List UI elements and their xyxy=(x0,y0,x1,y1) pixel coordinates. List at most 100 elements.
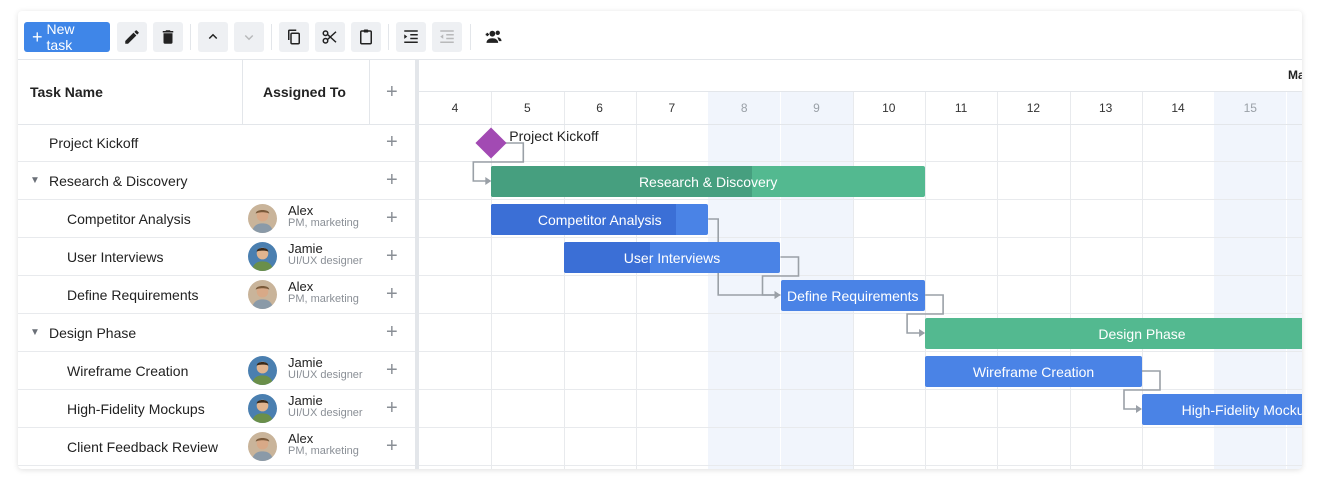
move-up-button[interactable] xyxy=(198,22,228,52)
outdent-icon xyxy=(440,30,454,43)
avatar xyxy=(248,356,277,385)
day-label: 11 xyxy=(954,101,968,115)
column-divider[interactable] xyxy=(369,59,370,124)
chevron-down-icon xyxy=(244,34,254,41)
new-task-button[interactable]: + New task xyxy=(24,21,110,53)
indent-icon xyxy=(404,30,418,43)
grid-row[interactable]: ▼ Research & Discovery + xyxy=(18,162,416,200)
assign-people-button[interactable] xyxy=(478,22,510,52)
row-gridline xyxy=(419,237,1302,238)
column-divider[interactable] xyxy=(242,59,243,124)
task-bar[interactable]: High-Fidelity Mockups xyxy=(1142,394,1302,425)
edit-button[interactable] xyxy=(117,22,147,52)
grid-row[interactable]: Wireframe Creation Jamie UI/UX designer + xyxy=(18,352,416,390)
column-header-assigned-to[interactable]: Assigned To xyxy=(263,59,346,124)
grid-row[interactable]: Project Kickoff + xyxy=(18,124,416,162)
grid-row[interactable]: Define Requirements Alex PM, marketing + xyxy=(18,276,416,314)
day-label: 6 xyxy=(596,101,603,115)
grid-row[interactable]: Competitor Analysis Alex PM, marketing + xyxy=(18,200,416,238)
task-bar[interactable]: Wireframe Creation xyxy=(925,356,1142,387)
cut-button[interactable] xyxy=(315,22,345,52)
assignee-role: PM, marketing xyxy=(288,217,359,229)
grid-row[interactable]: Client Feedback Review Alex PM, marketing + xyxy=(18,428,416,466)
assignee-role: UI/UX designer xyxy=(288,369,363,381)
day-label: 12 xyxy=(1026,101,1041,115)
day-label: 10 xyxy=(882,101,896,115)
avatar xyxy=(248,204,277,233)
delete-button[interactable] xyxy=(153,22,183,52)
summary-bar[interactable]: Design Phase xyxy=(925,318,1302,349)
grid-row[interactable]: User Interviews Jamie UI/UX designer + xyxy=(18,238,416,276)
month-label: Ma xyxy=(1288,68,1302,82)
task-bar[interactable]: User Interviews xyxy=(563,242,781,273)
avatar xyxy=(248,432,277,461)
bar-label: Research & Discovery xyxy=(638,173,778,190)
toolbar: + New task xyxy=(18,11,1302,60)
move-down-button[interactable] xyxy=(234,22,264,52)
task-name: User Interviews xyxy=(67,248,164,265)
add-subtask-button[interactable]: + xyxy=(386,398,398,418)
task-bar[interactable]: Define Requirements xyxy=(780,280,926,311)
avatar xyxy=(248,394,277,423)
grid-row[interactable]: ▼ Design Phase + xyxy=(18,314,416,352)
clipboard-icon xyxy=(360,29,372,45)
bar-label: Design Phase xyxy=(1098,325,1186,342)
grid-row[interactable]: High-Fidelity Mockups Jamie UI/UX designer… xyxy=(18,390,416,428)
day-column xyxy=(997,92,1069,469)
add-subtask-button[interactable]: + xyxy=(386,436,398,456)
day-column xyxy=(925,92,997,469)
add-subtask-button[interactable]: + xyxy=(386,360,398,380)
task-name: Competitor Analysis xyxy=(67,210,191,227)
add-subtask-button[interactable]: + xyxy=(386,132,398,152)
summary-bar[interactable]: Research & Discovery xyxy=(491,166,926,197)
day-label: 7 xyxy=(668,101,676,115)
copy-button[interactable] xyxy=(279,22,309,52)
add-subtask-button[interactable]: + xyxy=(386,170,398,190)
toolbar-separator xyxy=(271,24,272,50)
collapse-toggle-icon[interactable]: ▼ xyxy=(30,175,40,186)
weekend-column xyxy=(708,92,781,469)
column-header-task-name[interactable]: Task Name xyxy=(30,59,103,124)
assignee-role: PM, marketing xyxy=(288,293,359,305)
day-column xyxy=(491,92,563,469)
task-name: Research & Discovery xyxy=(49,172,188,189)
add-subtask-button[interactable]: + xyxy=(386,322,398,342)
assignee: Alex PM, marketing xyxy=(288,204,359,230)
day-label: 15 xyxy=(1243,101,1257,115)
day-label: 16 xyxy=(1287,92,1302,124)
row-gridline xyxy=(419,465,1302,466)
row-gridline xyxy=(419,199,1302,200)
task-bar[interactable]: Competitor Analysis xyxy=(491,204,709,235)
assignee-name: Alex xyxy=(288,203,314,218)
day-label: 4 xyxy=(451,101,459,115)
bar-label: User Interviews xyxy=(623,249,721,266)
milestone-label: Project Kickoff xyxy=(509,128,599,144)
outdent-button[interactable] xyxy=(432,22,462,52)
day-column xyxy=(1070,92,1142,469)
row-gridline xyxy=(419,427,1302,428)
assignee-role: UI/UX designer xyxy=(288,407,363,419)
assignee-role: UI/UX designer xyxy=(288,255,363,267)
day-label: 5 xyxy=(523,101,531,115)
day-label: 13 xyxy=(1099,101,1113,115)
bar-label: Define Requirements xyxy=(787,287,919,304)
add-subtask-button[interactable]: + xyxy=(386,246,398,266)
collapse-toggle-icon[interactable]: ▼ xyxy=(30,327,40,338)
add-subtask-button[interactable]: + xyxy=(386,208,398,228)
day-label: 8 xyxy=(740,101,748,115)
assignee: Jamie UI/UX designer xyxy=(288,356,363,382)
assignee: Jamie UI/UX designer xyxy=(288,242,363,268)
gantt-chart: Ma 4 5 6 7 8 9 10 11 12 13 14 15 16 Project Kickoff R… xyxy=(419,59,1302,469)
task-name: Define Requirements xyxy=(67,286,199,303)
day-column xyxy=(636,92,708,469)
indent-button[interactable] xyxy=(396,22,426,52)
add-subtask-button[interactable]: + xyxy=(386,284,398,304)
row-gridline xyxy=(419,389,1302,390)
toolbar-separator xyxy=(470,24,471,50)
bar-label: Wireframe Creation xyxy=(972,363,1095,380)
paste-button[interactable] xyxy=(351,22,381,52)
assignee-role: PM, marketing xyxy=(288,445,359,457)
day-column xyxy=(564,92,636,469)
avatar xyxy=(248,280,277,309)
add-column-header[interactable]: + xyxy=(386,59,398,124)
